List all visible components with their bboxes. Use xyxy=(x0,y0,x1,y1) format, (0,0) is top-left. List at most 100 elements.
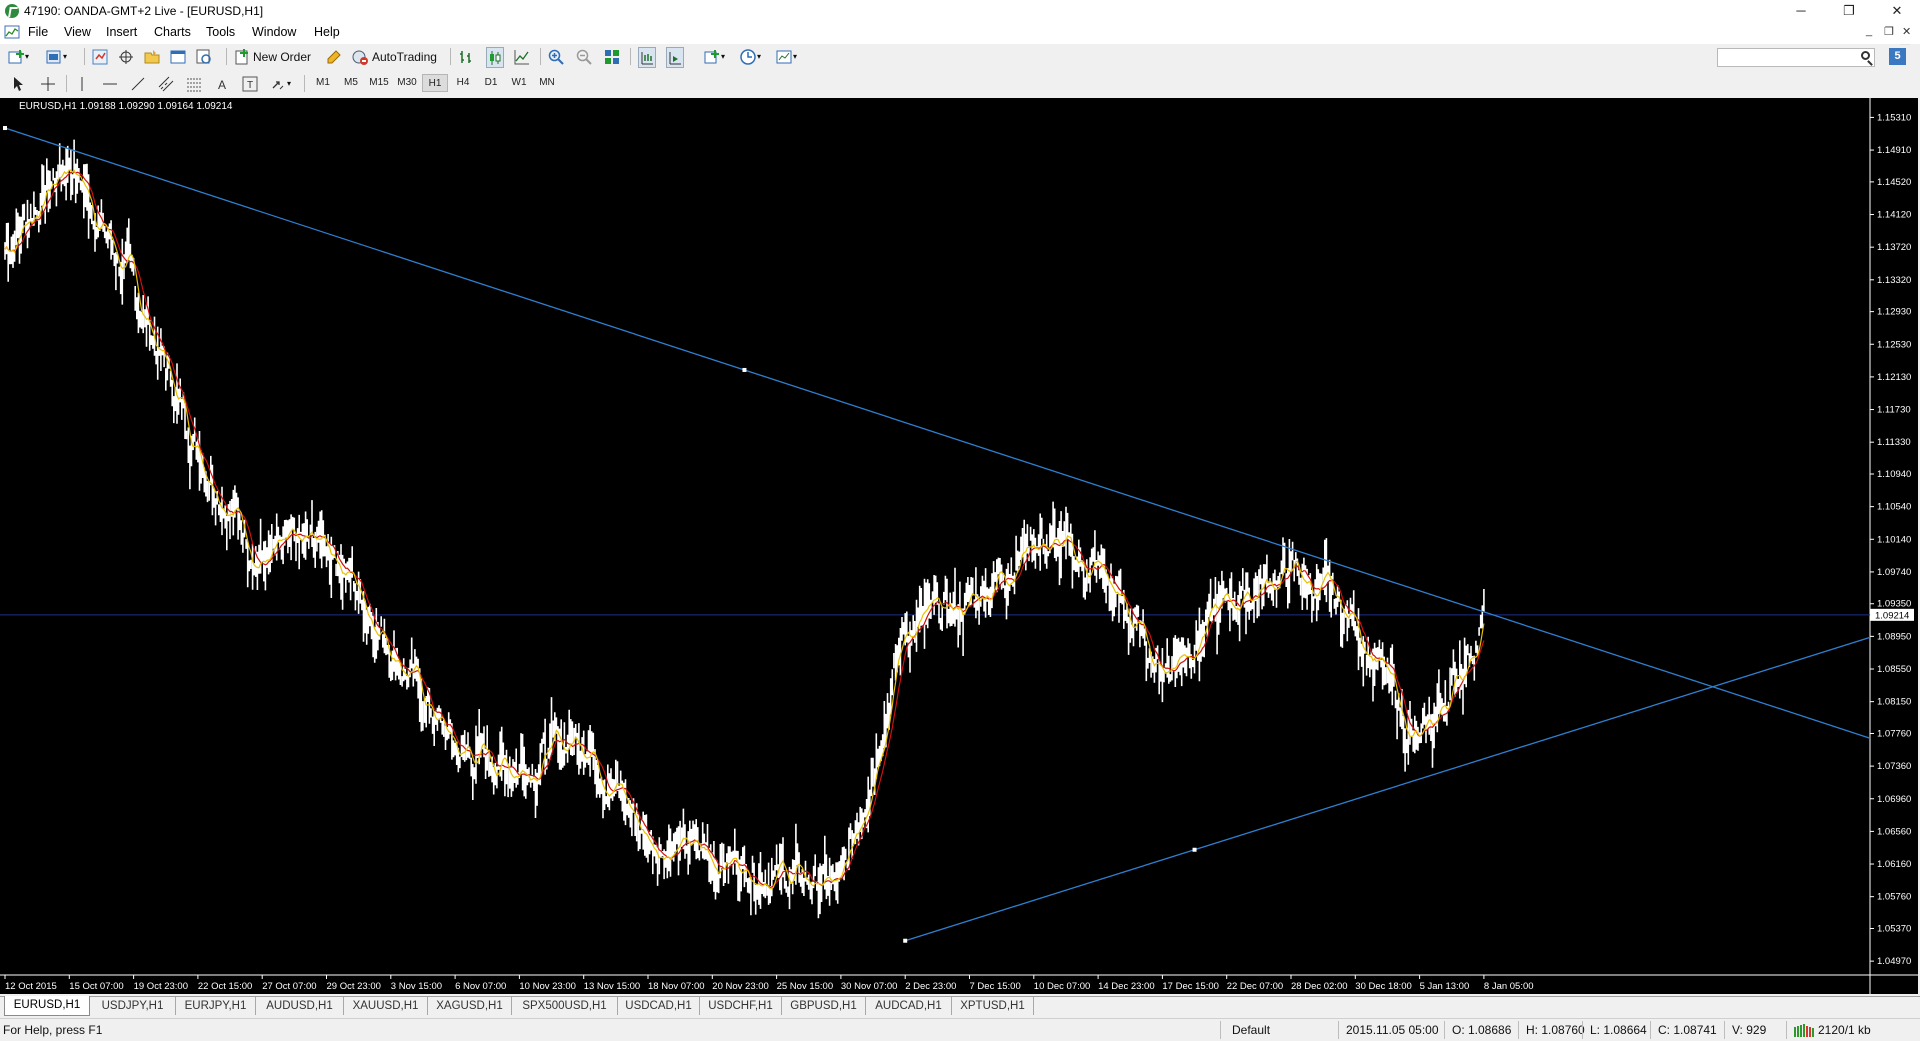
minimize-button[interactable]: ─ xyxy=(1778,0,1824,22)
vertical-line-button[interactable] xyxy=(74,74,90,93)
time-axis-label: 13 Nov 15:00 xyxy=(584,981,641,992)
timeframe-h4[interactable]: H4 xyxy=(450,74,476,92)
menu-help[interactable]: Help xyxy=(314,25,340,39)
menu-charts[interactable]: Charts xyxy=(154,25,191,39)
chart-tab-xptusd-h1[interactable]: XPTUSD,H1 xyxy=(952,997,1034,1015)
timeframe-d1[interactable]: D1 xyxy=(478,74,504,92)
price-axis-label: 1.13320 xyxy=(1877,275,1911,286)
line-chart-button[interactable] xyxy=(514,47,530,66)
fibonacci-button[interactable] xyxy=(186,74,202,93)
chart-tab-audusd-h1[interactable]: AUDUSD,H1 xyxy=(256,997,344,1015)
mdi-close-button[interactable]: ✕ xyxy=(1902,25,1911,38)
fibonacci-icon xyxy=(187,78,201,91)
trendline-midpoint xyxy=(1192,847,1197,852)
candlestick-chart-button[interactable] xyxy=(486,47,504,68)
autotrading-button[interactable]: AutoTrading xyxy=(352,47,437,66)
chart-tab-usdchf-h1[interactable]: USDCHF,H1 xyxy=(700,997,782,1015)
status-datetime: 2015.11.05 05:00 xyxy=(1346,1023,1439,1037)
trendline-button[interactable] xyxy=(130,74,146,93)
restore-button[interactable]: ❐ xyxy=(1826,0,1872,22)
chart-tab-usdjpy-h1[interactable]: USDJPY,H1 xyxy=(90,997,176,1015)
price-axis-label: 1.12930 xyxy=(1877,307,1911,318)
templates-button[interactable]: ▾ xyxy=(776,47,797,66)
crosshair-button[interactable] xyxy=(40,74,56,93)
search-input[interactable] xyxy=(1717,48,1875,67)
navigator-icon xyxy=(144,49,160,63)
menu-bar: File View Insert Charts Tools Window Hel… xyxy=(0,22,1920,45)
price-axis-label: 1.13720 xyxy=(1877,242,1911,253)
clock-icon xyxy=(740,48,756,65)
menu-insert[interactable]: Insert xyxy=(106,25,137,39)
chart-window[interactable]: 1.15310 1.14910 1.14520 1.14120 1.13720 1.133… xyxy=(0,98,1918,994)
time-axis-label: 18 Nov 07:00 xyxy=(648,981,705,992)
price-bars xyxy=(4,139,1485,919)
chart-window-icon[interactable] xyxy=(4,25,20,39)
timeframe-h1[interactable]: H1 xyxy=(422,74,448,92)
profiles-button[interactable]: ▾ xyxy=(46,47,67,66)
close-button[interactable]: ✕ xyxy=(1874,0,1920,22)
menu-tools[interactable]: Tools xyxy=(206,25,235,39)
mdi-minimize-button[interactable]: _ xyxy=(1866,25,1872,37)
text-label-button[interactable]: T xyxy=(242,74,258,93)
chart-tab-spx500usd-h1[interactable]: SPX500USD,H1 xyxy=(512,997,618,1015)
market-watch-button[interactable] xyxy=(92,47,108,66)
cursor-button[interactable] xyxy=(10,74,26,93)
zoom-out-button[interactable] xyxy=(576,47,592,66)
timeframe-w1[interactable]: W1 xyxy=(506,74,532,92)
price-axis-label: 1.04970 xyxy=(1877,956,1911,967)
menu-window[interactable]: Window xyxy=(252,25,296,39)
price-axis-label: 1.11730 xyxy=(1877,405,1911,416)
time-axis-label: 10 Dec 07:00 xyxy=(1034,981,1091,992)
periods-button[interactable]: ▾ xyxy=(740,47,761,66)
trendline-anchor xyxy=(903,938,908,943)
price-chart[interactable]: 1.15310 1.14910 1.14520 1.14120 1.13720 1.133… xyxy=(0,98,1918,994)
tile-windows-icon xyxy=(605,49,619,64)
menu-view[interactable]: View xyxy=(64,25,91,39)
chart-tab-gbpusd-h1[interactable]: GBPUSD,H1 xyxy=(782,997,866,1015)
zoom-in-button[interactable] xyxy=(548,47,564,66)
new-order-button[interactable]: New Order xyxy=(234,47,311,66)
navigator-button[interactable] xyxy=(144,47,160,66)
mdi-restore-button[interactable]: ❐ xyxy=(1884,25,1894,38)
time-axis-label: 30 Dec 18:00 xyxy=(1355,981,1412,992)
chart-tab-eurusd-h1[interactable]: EURUSD,H1 xyxy=(4,996,90,1016)
timeframe-m1[interactable]: M1 xyxy=(310,74,336,92)
chart-tab-xauusd-h1[interactable]: XAUUSD,H1 xyxy=(344,997,428,1015)
menu-file[interactable]: File xyxy=(28,25,48,39)
new-order-label: New Order xyxy=(253,49,312,64)
line-chart-icon xyxy=(514,49,529,64)
chart-tab-eurjpy-h1[interactable]: EURJPY,H1 xyxy=(176,997,256,1015)
search-icon[interactable] xyxy=(1861,51,1870,60)
chart-shift-button[interactable] xyxy=(638,47,656,68)
timeframe-m15[interactable]: M15 xyxy=(366,74,392,92)
new-order-icon xyxy=(235,48,248,64)
equidistant-channel-button[interactable] xyxy=(158,74,174,93)
tile-windows-button[interactable] xyxy=(604,47,620,66)
metaeditor-button[interactable] xyxy=(326,47,342,66)
chart-tab-xagusd-h1[interactable]: XAGUSD,H1 xyxy=(428,997,512,1015)
indicators-button[interactable]: ▾ xyxy=(704,47,725,66)
timeframe-mn[interactable]: MN xyxy=(534,74,560,92)
timeframe-m30[interactable]: M30 xyxy=(394,74,420,92)
line-studies-toolbar: A T ▾ M1 M5 M15 M30 H1 H4 D1 W1 MN xyxy=(0,71,1900,96)
price-axis-label: 1.12530 xyxy=(1877,339,1911,350)
svg-text:T: T xyxy=(247,80,253,91)
timeframe-m5[interactable]: M5 xyxy=(338,74,364,92)
horizontal-line-button[interactable] xyxy=(102,74,118,93)
arrows-button[interactable]: ▾ xyxy=(270,74,291,93)
text-button[interactable]: A xyxy=(214,74,230,93)
bar-chart-button[interactable] xyxy=(458,47,474,66)
chart-tab-audcad-h1[interactable]: AUDCAD,H1 xyxy=(866,997,952,1015)
price-axis-label: 1.05370 xyxy=(1877,923,1911,934)
community-icon[interactable]: 5 xyxy=(1889,48,1906,65)
status-traffic: 2120/1 kb xyxy=(1818,1023,1871,1037)
data-window-button[interactable] xyxy=(118,47,134,66)
candlestick-icon xyxy=(490,50,501,65)
terminal-button[interactable] xyxy=(170,47,186,66)
new-chart-button[interactable]: ▾ xyxy=(8,47,29,66)
time-axis-label: 22 Dec 07:00 xyxy=(1227,981,1284,992)
chart-tab-usdcad-h1[interactable]: USDCAD,H1 xyxy=(618,997,700,1015)
autoscroll-button[interactable] xyxy=(666,47,684,68)
trendline-midpoint xyxy=(742,367,747,372)
strategy-tester-button[interactable] xyxy=(196,47,212,66)
